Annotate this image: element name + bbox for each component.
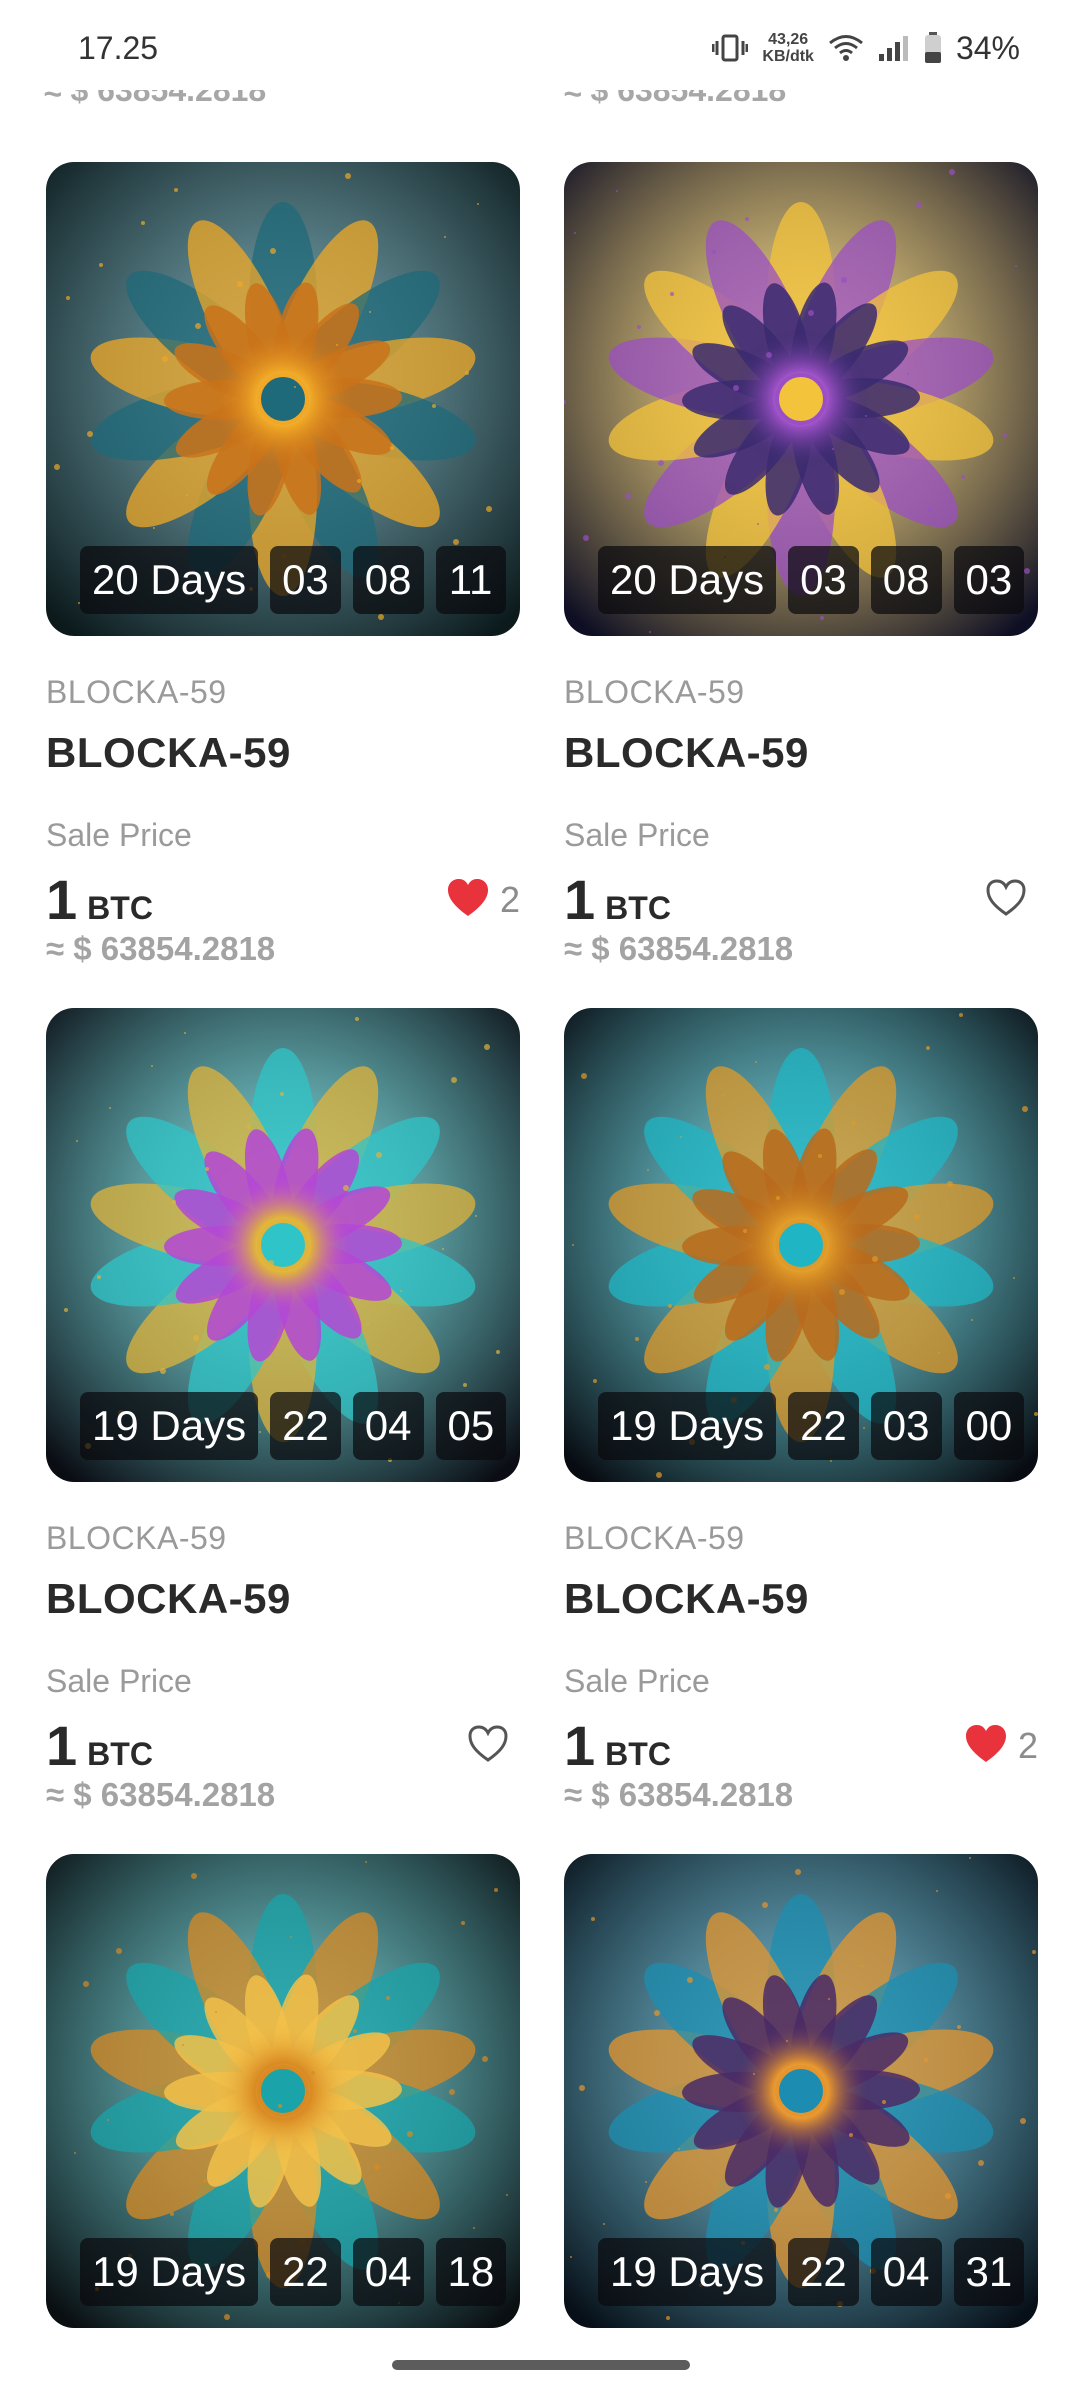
heart-outline-icon[interactable] [466,1724,510,1769]
price-unit: BTC [605,890,671,926]
nft-thumbnail[interactable]: 19 Days 22 04 05 [46,1008,520,1482]
usd-equivalent: ≈ $ 63854.2818 [564,1776,794,1813]
usd-equivalent: ≈ $ 63854.2818 [564,930,794,967]
collection-name: BLOCKA-59 [564,1520,745,1556]
countdown-days: 20 Days [598,546,777,614]
countdown-timer: 20 Days 03 08 11 [80,546,506,614]
like-button[interactable] [466,1718,520,1774]
nft-title: BLOCKA-59 [564,1575,809,1622]
countdown-minutes: 08 [352,546,424,614]
price-row: 1 BTC [46,1718,520,1774]
battery-icon [924,32,942,64]
sale-price-label: Sale Price [564,817,710,853]
price-row: 1 BTC 2 [564,1718,1038,1774]
sale-price-label: Sale Price [46,1663,192,1699]
nft-title: BLOCKA-59 [46,729,291,776]
price-amount: 1 [46,868,78,931]
countdown-seconds: 18 [435,2238,507,2306]
countdown-days: 19 Days [80,1392,259,1460]
like-count: 2 [1017,1725,1038,1766]
net-speed-unit: KB/dtk [762,48,814,65]
usd-equivalent: ≈ $ 63854.2818 [46,930,276,967]
countdown-days: 19 Days [80,2238,259,2306]
heart-outline-icon[interactable] [984,878,1028,923]
like-button[interactable]: 2 [964,1718,1038,1774]
nft-card[interactable]: 20 Days 03 08 11 BLOCKA-59 BLOCKA-59 Sal… [46,162,520,968]
countdown-hours: 22 [788,2238,859,2306]
battery-percent: 34% [955,29,1020,66]
countdown-seconds: 05 [435,1392,507,1460]
countdown-timer: 19 Days 22 04 31 [598,2238,1025,2306]
like-button[interactable] [984,872,1038,928]
net-speed: 43,26 KB/dtk [762,31,814,65]
collection-name: BLOCKA-59 [564,674,745,710]
nft-thumbnail[interactable]: 20 Days 03 08 03 [564,162,1038,636]
countdown-seconds: 31 [953,2238,1025,2306]
price-row: 1 BTC [564,872,1038,928]
sale-price-label: Sale Price [564,1663,710,1699]
countdown-minutes: 08 [870,546,942,614]
countdown-seconds: 03 [953,546,1025,614]
countdown-days: 19 Days [598,2238,777,2306]
sale-price-label: Sale Price [46,817,192,853]
countdown-hours: 22 [270,2238,341,2306]
collection-name: BLOCKA-59 [46,1520,227,1556]
countdown-minutes: 03 [870,1392,942,1460]
collection-name: BLOCKA-59 [46,674,227,710]
price-row: 1 BTC 2 [46,872,520,928]
countdown-hours: 03 [788,546,859,614]
partial-usd-right: ≈ $ 63854.2818 [564,86,787,108]
net-speed-value: 43,26 [768,31,809,48]
vibrate-icon [712,33,749,63]
countdown-minutes: 04 [352,1392,424,1460]
nft-card[interactable]: 20 Days 03 08 03 BLOCKA-59 BLOCKA-59 Sal… [564,162,1038,968]
price-unit: BTC [605,1736,671,1772]
nft-card[interactable]: 19 Days 22 04 18 [46,1854,520,2328]
like-count: 2 [499,879,520,920]
nft-thumbnail[interactable]: 20 Days 03 08 11 [46,162,520,636]
partial-usd-left: ≈ $ 63854.2818 [44,86,267,108]
status-icons: 43,26 KB/dtk 34% [712,28,1020,68]
like-button[interactable]: 2 [446,872,520,928]
nft-card[interactable]: 19 Days 22 04 31 [564,1854,1038,2328]
price-amount: 1 [564,868,596,931]
home-indicator[interactable] [392,2360,690,2370]
countdown-days: 20 Days [80,546,259,614]
usd-equivalent: ≈ $ 63854.2818 [46,1776,276,1813]
price-unit: BTC [87,890,153,926]
countdown-seconds: 00 [953,1392,1025,1460]
countdown-timer: 19 Days 22 04 05 [80,1392,507,1460]
price-amount: 1 [564,1714,596,1777]
nft-card[interactable]: 19 Days 22 04 05 BLOCKA-59 BLOCKA-59 Sal… [46,1008,520,1814]
countdown-hours: 22 [788,1392,859,1460]
signal-icon [878,34,910,62]
countdown-seconds: 11 [435,546,506,614]
countdown-hours: 03 [270,546,341,614]
price-unit: BTC [87,1736,153,1772]
heart-filled-icon[interactable] [964,1724,1008,1769]
countdown-timer: 20 Days 03 08 03 [598,546,1025,614]
price-amount: 1 [46,1714,78,1777]
countdown-timer: 19 Days 22 04 18 [80,2238,507,2306]
nft-card[interactable]: 19 Days 22 03 00 BLOCKA-59 BLOCKA-59 Sal… [564,1008,1038,1814]
status-time: 17.25 [78,30,159,66]
nft-thumbnail[interactable]: 19 Days 22 04 31 [564,1854,1038,2328]
countdown-minutes: 04 [352,2238,424,2306]
nft-thumbnail[interactable]: 19 Days 22 03 00 [564,1008,1038,1482]
heart-filled-icon[interactable] [446,878,490,923]
wifi-icon [828,33,864,63]
nft-thumbnail[interactable]: 19 Days 22 04 18 [46,1854,520,2328]
countdown-days: 19 Days [598,1392,777,1460]
status-bar: 17.25 43,26 KB/dtk 34% [0,0,1080,90]
countdown-timer: 19 Days 22 03 00 [598,1392,1025,1460]
nft-title: BLOCKA-59 [564,729,809,776]
countdown-minutes: 04 [870,2238,942,2306]
nft-title: BLOCKA-59 [46,1575,291,1622]
countdown-hours: 22 [270,1392,341,1460]
